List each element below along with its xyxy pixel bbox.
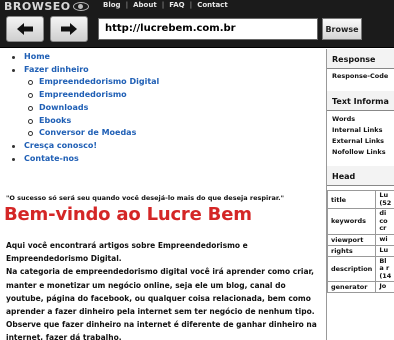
arrow-right-icon [61,23,77,35]
meta-key: keywords [327,208,377,235]
nav-contact-link[interactable]: Contact [197,1,228,9]
head-meta-table: title Lu (52 keywords di co cr viewport wi … [327,190,394,293]
menu-link-home[interactable]: Home [24,52,50,61]
quote-text: "O sucesso só será seu quando você desej… [6,194,284,202]
logo-text: BROWSEO [4,0,71,13]
submenu-link-downloads[interactable]: Downloads [39,103,88,112]
eye-icon [72,1,89,11]
submenu-item: Downloads [24,102,326,115]
submenu-link-empreendedorismo[interactable]: Empreendedorismo [39,90,127,99]
menu-item-home: Home [10,51,326,64]
site-menu: Home Fazer dinheiro Empreendedorismo Dig… [10,51,326,165]
submenu-link-empreendedorismo-digital[interactable]: Empreendedorismo Digital [39,77,159,86]
words-label: Words [332,115,356,123]
meta-value: wi [375,233,394,246]
meta-key: rights [327,244,377,257]
submenu-link-ebooks[interactable]: Ebooks [39,116,71,125]
meta-value: Lu [375,244,394,257]
table-row: generator Jo [327,281,394,293]
submenu: Empreendedorismo Digital Empreendedorism… [24,76,326,140]
menu-link-fazer-dinheiro[interactable]: Fazer dinheiro [24,65,89,74]
nav-faq-link[interactable]: FAQ [169,1,184,9]
menu-item-cresca: Cresça conosco! [10,140,326,153]
submenu-link-conversor[interactable]: Conversor de Moedas [39,128,136,137]
menu-item-contate: Contate-nos [10,153,326,166]
meta-key: generator [327,281,377,293]
forward-button[interactable] [50,16,88,42]
table-row: description Bl a r (14 [327,255,394,282]
seo-info-panel: Response Response-Code Text Informa Word… [326,49,394,340]
page-content: Home Fazer dinheiro Empreendedorismo Dig… [0,49,326,340]
response-heading: Response [327,49,394,69]
menu-link-cresca[interactable]: Cresça conosco! [24,141,97,150]
browseo-logo[interactable]: BROWSEO [4,0,89,13]
back-button[interactable] [6,16,44,42]
submenu-item: Conversor de Moedas [24,127,326,140]
table-row: rights Lu [327,244,394,257]
meta-value: di co cr [375,208,394,235]
submenu-item: Empreendedorismo Digital [24,76,326,89]
intro-paragraph-2: Na categoria de empreendedorismo digital… [6,267,317,340]
menu-link-contate[interactable]: Contate-nos [24,154,79,163]
meta-key: description [327,255,377,282]
menu-item-fazer-dinheiro: Fazer dinheiro Empreendedorismo Digital … [10,64,326,140]
nav-blog-link[interactable]: Blog [103,1,121,9]
response-code-label: Response-Code [332,72,389,80]
url-input[interactable]: http://lucrebem.com.br [98,18,318,40]
external-links-label: External Links [332,137,385,145]
nofollow-links-label: Nofollow Links [332,148,386,156]
browser-toolbar: BROWSEO Blog | About | FAQ | Contact htt… [0,0,394,48]
nav-about-link[interactable]: About [133,1,157,9]
meta-value: Lu (52 [375,190,394,209]
intro-paragraph-1: Aqui você encontrará artigos sobre Empre… [6,241,248,264]
top-nav: Blog | About | FAQ | Contact [103,1,228,9]
internal-links-label: Internal Links [332,126,383,134]
page-headline: Bem-vindo ao Lucre Bem [4,204,252,225]
text-info-heading: Text Informa [327,91,394,111]
browse-button[interactable]: Browse [322,18,362,40]
submenu-item: Ebooks [24,115,326,128]
table-row: keywords di co cr [327,208,394,235]
intro-text: Aqui você encontrará artigos sobre Empre… [6,239,320,340]
head-heading: Head [327,166,394,186]
meta-key: title [327,190,377,209]
table-row: title Lu (52 [327,190,394,209]
table-row: viewport wi [327,233,394,246]
arrow-left-icon [17,23,33,35]
meta-value: Bl a r (14 [375,255,394,282]
submenu-item: Empreendedorismo [24,89,326,102]
meta-value: Jo [375,281,394,293]
meta-key: viewport [327,233,377,246]
